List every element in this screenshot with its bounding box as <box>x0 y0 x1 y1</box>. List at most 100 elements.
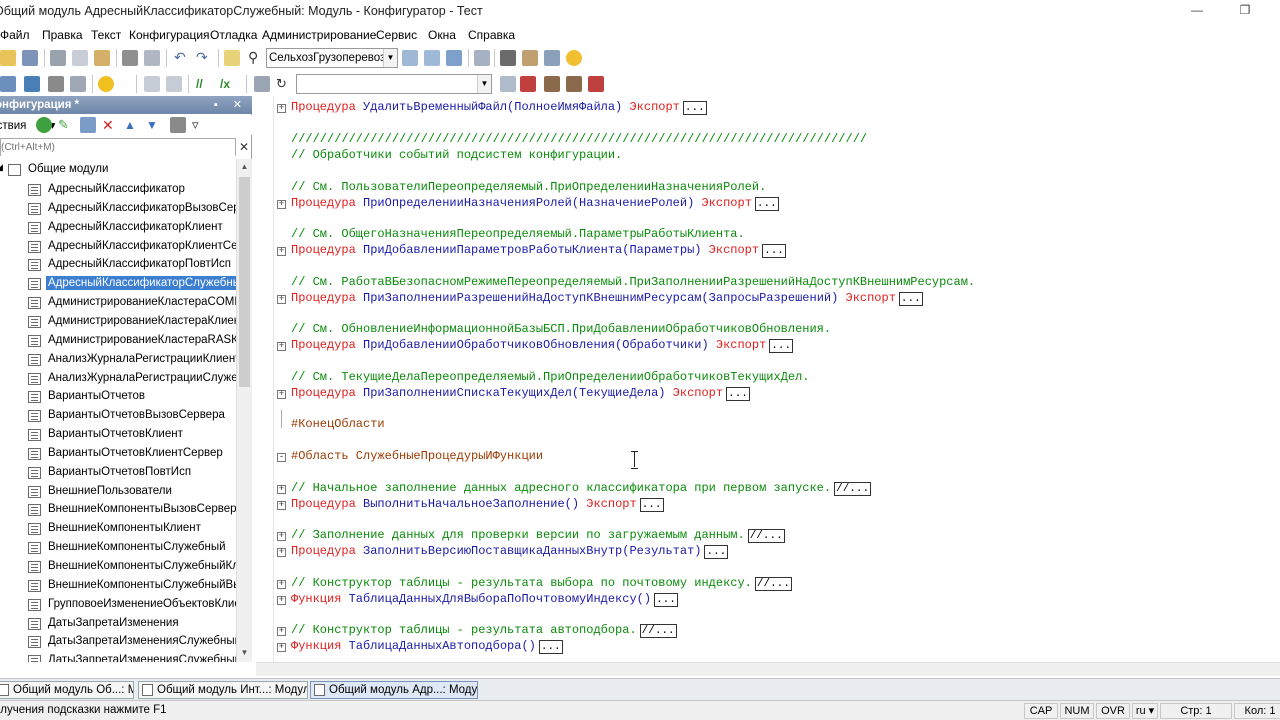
code-editor[interactable]: + Процедура УдалитьВременныйФайл(ПолноеИм… <box>256 96 1280 662</box>
tree-scrollbar[interactable]: ▲ ▼ <box>236 159 252 662</box>
collapsed-block-marker[interactable]: //... <box>639 624 677 638</box>
expand-icon[interactable]: + <box>277 342 286 351</box>
collapsed-block-marker[interactable]: ... <box>762 244 786 258</box>
tree-item[interactable]: АдминистрированиеКластераКлиентСервер <box>24 313 236 332</box>
search-combo[interactable]: СельхозГрузоперевозки ▼ <box>266 48 398 68</box>
expand-icon[interactable]: + <box>277 390 286 399</box>
code-line[interactable]: Процедура ЗаполнитьВерсиюПоставщикаДанны… <box>291 544 729 559</box>
save-icon[interactable] <box>22 50 38 66</box>
collapse-icon[interactable]: - <box>277 453 286 462</box>
uncomment-icon[interactable]: /x <box>220 76 236 92</box>
tree-item[interactable]: ВнешниеКомпонентыКлиент <box>24 520 236 539</box>
tree-item[interactable]: АдресныйКлассификаторСлужебный <box>24 275 236 294</box>
code-line[interactable]: Процедура ПриЗаполненииРазрешенийНаДосту… <box>291 291 923 306</box>
tree-item[interactable]: ВариантыОтчетовКлиент <box>24 426 236 445</box>
update-db-icon[interactable] <box>24 76 40 92</box>
expand-icon[interactable]: + <box>277 501 286 510</box>
find-in-files-icon[interactable] <box>224 50 240 66</box>
module-icon[interactable] <box>0 76 16 92</box>
expand-icon[interactable]: + <box>277 580 286 589</box>
menu-debug[interactable]: Отладка <box>210 28 257 42</box>
scroll-up-icon[interactable]: ▲ <box>237 159 252 175</box>
copy-object-icon[interactable] <box>80 117 96 133</box>
tree-search-input[interactable] <box>1 139 235 156</box>
comment-icon[interactable]: // <box>196 76 212 92</box>
search-icon[interactable]: ⚲ <box>248 50 264 66</box>
menu-help[interactable]: Справка <box>468 28 515 42</box>
print-preview-icon[interactable] <box>144 50 160 66</box>
code-line[interactable]: Функция ТаблицаДанныхДляВыбораПоПочтовом… <box>291 592 678 607</box>
code-line[interactable]: Процедура ПриДобавленииОбработчиковОбнов… <box>291 338 794 353</box>
find-prev-icon[interactable] <box>424 50 440 66</box>
tree-item[interactable]: ВариантыОтчетовКлиентСервер <box>24 445 236 464</box>
collapsed-block-marker[interactable]: //... <box>834 482 872 496</box>
chevron-down-icon[interactable]: ▼ <box>477 75 491 93</box>
expand-icon[interactable]: + <box>277 485 286 494</box>
tree-item[interactable]: ВнешниеКомпонентыСлужебный <box>24 539 236 558</box>
code-line[interactable]: // Начальное заполнение данных адресного… <box>291 481 872 496</box>
code-line[interactable]: Функция ТаблицаДанныхАвтоподбора()... <box>291 639 563 654</box>
tree-item[interactable]: АдресныйКлассификаторКлиентСервер <box>24 238 236 257</box>
find-next-icon[interactable] <box>402 50 418 66</box>
tree-item[interactable]: АдресныйКлассификатор <box>24 181 236 200</box>
chevron-down-icon[interactable]: ▼ <box>383 49 397 67</box>
procedures-list-icon[interactable] <box>254 76 270 92</box>
tree-item[interactable]: ВнешниеКомпонентыВызовСервера <box>24 501 236 520</box>
collapsed-block-marker[interactable]: ... <box>654 593 678 607</box>
undo-icon[interactable]: ↶ <box>174 50 190 66</box>
code-line[interactable]: // См. ПользователиПереопределяемый.ПриО… <box>291 180 766 194</box>
menu-configuration[interactable]: Конфигурация <box>129 28 210 42</box>
expand-icon[interactable]: + <box>277 200 286 209</box>
tree-search[interactable] <box>0 138 236 156</box>
open-module-icon[interactable] <box>522 50 538 66</box>
expand-icon[interactable]: + <box>277 548 286 557</box>
tab-window[interactable]: Общий модуль Инт...: Модуль <box>138 681 308 699</box>
open-icon[interactable] <box>0 50 16 66</box>
scroll-down-icon[interactable]: ▼ <box>237 645 252 661</box>
code-line[interactable]: Процедура ВыполнитьНачальноеЗаполнение()… <box>291 497 664 512</box>
bookmark-icon[interactable] <box>520 76 536 92</box>
tree-item[interactable]: АдминистрированиеКластераCOMКлиент <box>24 294 236 313</box>
tree-item[interactable]: ВариантыОтчетовПовтИсп <box>24 464 236 483</box>
breakpoint-icon[interactable] <box>500 76 516 92</box>
paste-icon[interactable] <box>94 50 110 66</box>
code-line[interactable]: Процедура УдалитьВременныйФайл(ПолноеИмя… <box>291 100 707 115</box>
clear-bookmarks-icon[interactable] <box>588 76 604 92</box>
expand-icon[interactable]: + <box>277 643 286 652</box>
compare-icon[interactable] <box>48 76 64 92</box>
goto-icon[interactable]: ↻ <box>276 76 292 92</box>
tree-item[interactable]: АдресныйКлассификаторПовтИсп <box>24 256 236 275</box>
code-line[interactable]: // Заполнение данных для проверки версии… <box>291 528 785 543</box>
copy-icon[interactable] <box>72 50 88 66</box>
panel-header-buttons[interactable]: ▪ ✕ <box>214 96 248 114</box>
properties-icon[interactable] <box>170 117 186 133</box>
prev-bookmark-icon[interactable] <box>566 76 582 92</box>
redo-icon[interactable]: ↷ <box>196 50 212 66</box>
menu-windows[interactable]: Окна <box>428 28 456 42</box>
editor-hscrollbar[interactable] <box>256 662 1280 676</box>
move-up-icon[interactable]: ▲ <box>124 117 140 133</box>
next-bookmark-icon[interactable] <box>544 76 560 92</box>
code-line[interactable]: Процедура ПриОпределенииНазначенияРолей(… <box>291 196 779 211</box>
menu-text[interactable]: Текст <box>91 28 121 42</box>
tree-item[interactable]: ВнешниеПользователи <box>24 483 236 502</box>
edit-icon[interactable]: ✎ <box>58 117 74 133</box>
minimize-button[interactable]: — <box>1180 0 1214 22</box>
expand-icon[interactable]: + <box>277 295 286 304</box>
cut-icon[interactable] <box>50 50 66 66</box>
code-line[interactable]: ////////////////////////////////////////… <box>291 132 867 146</box>
move-down-icon[interactable]: ▼ <box>146 117 162 133</box>
tree-item[interactable]: ВариантыОтчетов <box>24 388 236 407</box>
code-line[interactable]: // См. ОбновлениеИнформационнойБазыБСП.П… <box>291 322 831 336</box>
status-lang[interactable]: ru ▾ <box>1132 703 1158 719</box>
collapsed-block-marker[interactable]: ... <box>682 101 707 115</box>
scrollbar-thumb[interactable] <box>239 177 250 387</box>
menu-service[interactable]: Сервис <box>376 28 417 42</box>
tree-item[interactable]: АдресныйКлассификаторВызовСервера <box>24 200 236 219</box>
menu-file[interactable]: Файл <box>0 28 30 42</box>
collapsed-block-marker[interactable]: ... <box>639 498 664 512</box>
delete-icon[interactable]: ✕ <box>102 117 118 133</box>
menu-administration[interactable]: Администрирование <box>262 28 376 42</box>
collapsed-block-marker[interactable]: ... <box>898 292 923 306</box>
tree-item[interactable]: АнализЖурналаРегистрацииСлужебный <box>24 370 236 389</box>
